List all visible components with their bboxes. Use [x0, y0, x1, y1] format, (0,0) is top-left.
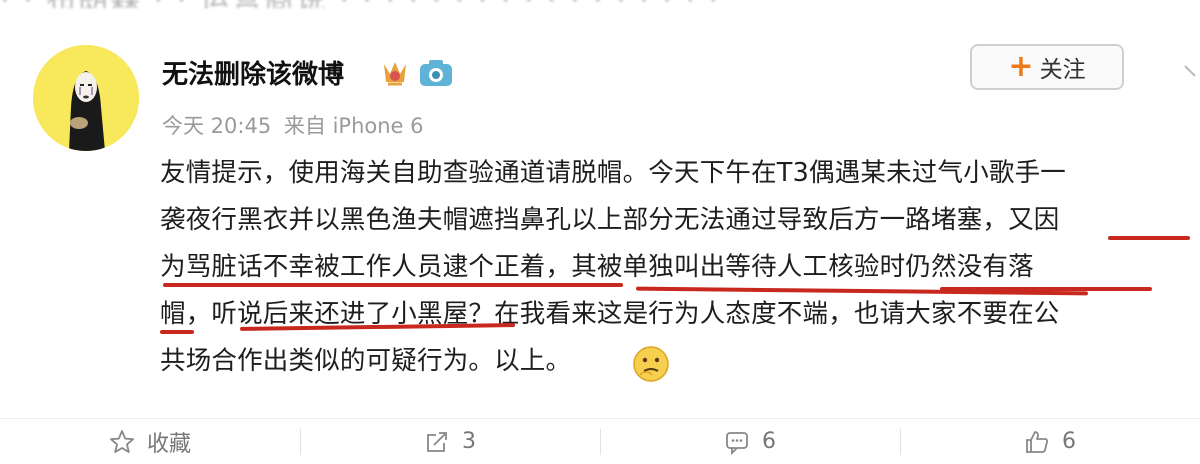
comment-icon	[726, 431, 748, 455]
username[interactable]: 无法删除该微博	[162, 54, 344, 91]
vip-badge-icon[interactable]	[378, 58, 412, 88]
star-icon	[110, 429, 134, 453]
share-icon	[427, 431, 447, 452]
thinking-face-icon	[633, 346, 669, 382]
follow-button[interactable]: + 关注	[970, 44, 1124, 90]
highlight-underline	[940, 287, 1152, 291]
favorite-button[interactable]: 收藏	[0, 419, 300, 464]
post-line-3: 为骂脏话不幸被工作人员逮个正着，其被单独叫出等待人工核验时仍然没有落	[160, 252, 1034, 282]
post-time[interactable]: 今天 20:45	[162, 114, 271, 138]
action-bar: 收藏 3 6 6	[0, 419, 1200, 464]
plus-icon: +	[1008, 49, 1034, 84]
highlight-underline	[160, 330, 194, 334]
avatar[interactable]	[33, 45, 139, 151]
highlight-underline	[1108, 236, 1190, 240]
favorite-label: 收藏	[146, 431, 191, 457]
avatar-figure-icon	[33, 45, 139, 151]
follow-label: 关注	[1039, 57, 1086, 83]
repost-button[interactable]: 3	[300, 419, 600, 464]
post-line-4: 帽，听说后来还进了小黑屋？在我看来这是行为人态度不端，也请大家不要在公	[160, 299, 1060, 329]
like-count: 6	[1062, 429, 1076, 454]
post-line-1: 友情提示，使用海关自助查验通道请脱帽。今天下午在T3偶遇某未过气小歌手一	[160, 158, 1067, 188]
chevron-icon	[1184, 65, 1196, 77]
post-line-5: 共场合作出类似的可疑行为。以上。	[160, 346, 572, 376]
highlight-underline	[163, 283, 623, 287]
post-meta: 今天 20:45 来自 iPhone 6	[162, 110, 430, 140]
thumbs-up-icon	[1026, 430, 1048, 453]
repost-count: 3	[462, 429, 476, 454]
like-button[interactable]: 6	[900, 419, 1200, 464]
camera-badge-icon[interactable]	[418, 58, 454, 88]
cropped-previous-content: · · 布朗森 · · 运营商说 · · · · · · · · · · · ·…	[0, 0, 1200, 8]
post-source: 来自 iPhone 6	[283, 114, 424, 138]
comment-count: 6	[762, 429, 776, 454]
comment-button[interactable]: 6	[600, 419, 900, 464]
post-line-2: 袭夜行黑衣并以黑色渔夫帽遮挡鼻孔以上部分无法通过导致后方一路堵塞，又因	[160, 205, 1060, 235]
